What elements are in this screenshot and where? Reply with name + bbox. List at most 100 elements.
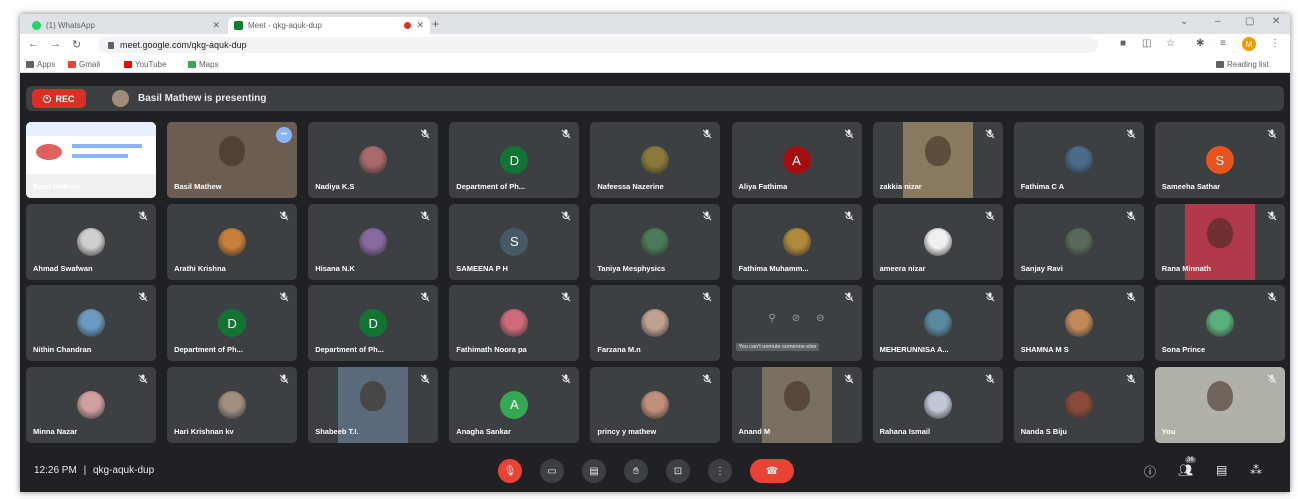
meeting-info-icon[interactable]: ⓘ [1144, 463, 1156, 480]
tab-whatsapp[interactable]: (1) WhatsApp ✕ [26, 17, 226, 34]
recording-badge[interactable]: REC [32, 89, 86, 108]
activities-icon[interactable]: ⁂ [1250, 463, 1262, 477]
forward-icon[interactable]: → [50, 38, 61, 50]
mic-off-icon[interactable]: ⊘ [792, 313, 800, 324]
participant-tile[interactable]: Nadiya K.S [308, 122, 439, 198]
participant-tile[interactable]: Nafeessa Nazerine [590, 122, 721, 198]
participant-tile[interactable]: Rana Minnath [1154, 203, 1285, 280]
participant-tile[interactable]: Basil Mathew [26, 122, 156, 198]
bookmark-apps[interactable]: Apps [26, 60, 55, 69]
participant-tile[interactable]: Arathi Krishna [167, 203, 298, 280]
participant-name: Nafeessa Nazerine [597, 182, 664, 191]
media-icon[interactable]: ≡ [1220, 38, 1226, 49]
close-tab-icon[interactable]: ✕ [212, 20, 220, 31]
participant-name: Fathima C A [1020, 182, 1065, 191]
participant-tile[interactable]: princy y mathew [590, 366, 721, 443]
participant-name: SAMEENA P H [456, 263, 508, 273]
participant-photo-avatar [1064, 146, 1093, 174]
participant-tile[interactable]: Shabeeb T.I. [308, 366, 439, 443]
participant-name: Nithin Chandran [33, 345, 92, 354]
participant-tile[interactable]: S SAMEENA P H [449, 203, 580, 280]
captions-button[interactable]: ▤ [582, 459, 606, 483]
participant-name: Sameeha Sathar [1161, 182, 1221, 191]
participant-tile[interactable]: Minna Nazar [26, 366, 156, 443]
bookmark-maps[interactable]: Maps [188, 60, 219, 69]
participant-tile[interactable]: Anand M [731, 366, 862, 443]
participant-tile[interactable]: A Aliya Fathima [731, 122, 862, 198]
participant-photo-avatar [641, 309, 670, 337]
participant-tile[interactable]: A Anagha Sankar [449, 366, 580, 443]
new-tab-icon[interactable]: + [432, 17, 439, 31]
participant-tile[interactable]: Fathima C A [1013, 122, 1144, 198]
participant-initial-avatar: S [1205, 146, 1234, 174]
participant-tile[interactable]: Hisana N.K [308, 203, 439, 280]
present-button[interactable]: ⊡ [666, 459, 690, 483]
whatsapp-icon [32, 21, 41, 30]
meeting-details[interactable]: 12:26 PM | qkg-aquk-dup [34, 465, 154, 476]
google-icon [68, 61, 76, 68]
participant-tile[interactable]: Fathimath Noora pa [449, 285, 580, 361]
muted-mic-icon [701, 290, 713, 302]
participant-tile[interactable]: ••• Basil Mathew [167, 122, 298, 198]
tile-more-options-icon[interactable]: ••• [276, 127, 293, 143]
participant-photo-avatar [641, 227, 670, 256]
address-bar[interactable]: meet.google.com/qkg-aquk-dup [98, 37, 1098, 53]
participant-name: You [1161, 426, 1176, 436]
participant-tile[interactable]: zakkia nizar [872, 122, 1003, 198]
person-silhouette [1206, 380, 1233, 411]
microphone-toggle-button[interactable]: 🎙︎ [498, 459, 522, 483]
participant-tile[interactable]: Nithin Chandran [26, 285, 156, 361]
participant-tile[interactable]: D Department of Ph... [449, 122, 580, 198]
participant-tile[interactable]: SHAMNA M S [1013, 285, 1144, 361]
participant-tile[interactable]: Ahmad Swafwan [26, 203, 156, 280]
close-window-icon[interactable]: ✕ [1272, 16, 1280, 27]
extension-icon[interactable]: ◫ [1142, 38, 1151, 49]
menu-kebab-icon[interactable]: ⋮ [1270, 38, 1280, 49]
reload-icon[interactable]: ↻ [72, 38, 81, 51]
participant-tile[interactable]: Sanjay Ravi [1013, 203, 1144, 280]
chat-icon[interactable]: ▤ [1216, 463, 1227, 477]
bookmark-gmail[interactable]: Gmail [68, 60, 100, 69]
participant-tile[interactable]: Taniya Mesphysics [590, 203, 721, 280]
camera-toggle-button[interactable]: ▭ [540, 459, 564, 483]
participant-name: Taniya Mesphysics [597, 263, 666, 273]
participant-name: Rana Minnath [1161, 263, 1211, 273]
bookmark-label: Gmail [79, 60, 100, 69]
people-icon[interactable]: 👥︎ [1178, 463, 1193, 477]
participant-name: SHAMNA M S [1020, 345, 1069, 354]
participant-tile[interactable]: D Department of Ph... [308, 285, 439, 361]
participant-tile[interactable]: S Sameeha Sathar [1154, 122, 1285, 198]
tab-meet[interactable]: Meet - qkg-aquk-dup ✕ [228, 17, 430, 34]
profile-avatar[interactable]: M [1242, 37, 1256, 51]
camera-in-use-icon[interactable]: ■ [1120, 38, 1126, 49]
participant-tile[interactable]: Hari Krishnan kv [167, 366, 298, 443]
hang-up-button[interactable]: ☎︎ [750, 459, 794, 483]
remove-icon[interactable]: ⊖ [816, 313, 824, 324]
more-options-button[interactable]: ⋮ [708, 459, 732, 483]
participant-tile[interactable]: ameera nizar [872, 203, 1003, 280]
minimize-icon[interactable]: – [1215, 16, 1221, 27]
close-tab-icon[interactable]: ✕ [416, 20, 424, 31]
raise-hand-button[interactable]: ✋︎ [624, 459, 648, 483]
maximize-icon[interactable]: ▢ [1245, 16, 1254, 27]
participant-name: MEHERUNNISA A... [879, 345, 949, 354]
participant-tile[interactable]: You [1154, 366, 1285, 443]
participant-photo-avatar [218, 390, 247, 419]
participant-tile[interactable]: Rahana Ismail [872, 366, 1003, 443]
reading-list[interactable]: Reading list [1216, 60, 1269, 69]
bookmark-star-icon[interactable]: ☆ [1166, 38, 1175, 49]
participant-photo-avatar [77, 227, 105, 256]
participant-tile[interactable]: D Department of Ph... [167, 285, 298, 361]
extensions-puzzle-icon[interactable]: ✱ [1196, 38, 1204, 49]
bookmark-youtube[interactable]: YouTube [124, 60, 166, 69]
tab-search-icon[interactable]: ⌄ [1180, 16, 1188, 27]
participant-tile[interactable]: Farzana M.n [590, 285, 721, 361]
pin-icon[interactable]: ⚲ [768, 313, 775, 324]
participant-tile[interactable]: ⚲ ⊘ ⊖ You can't unmute someone else [731, 285, 862, 361]
participant-tile[interactable]: Nanda S Biju [1013, 366, 1144, 443]
participant-tile[interactable]: Sona Prince [1154, 285, 1285, 361]
participant-tile[interactable]: Fathima Muhamm... [731, 203, 862, 280]
participant-tile[interactable]: MEHERUNNISA A... [872, 285, 1003, 361]
back-icon[interactable]: ← [28, 38, 39, 50]
participant-name: Sona Prince [1161, 345, 1206, 354]
